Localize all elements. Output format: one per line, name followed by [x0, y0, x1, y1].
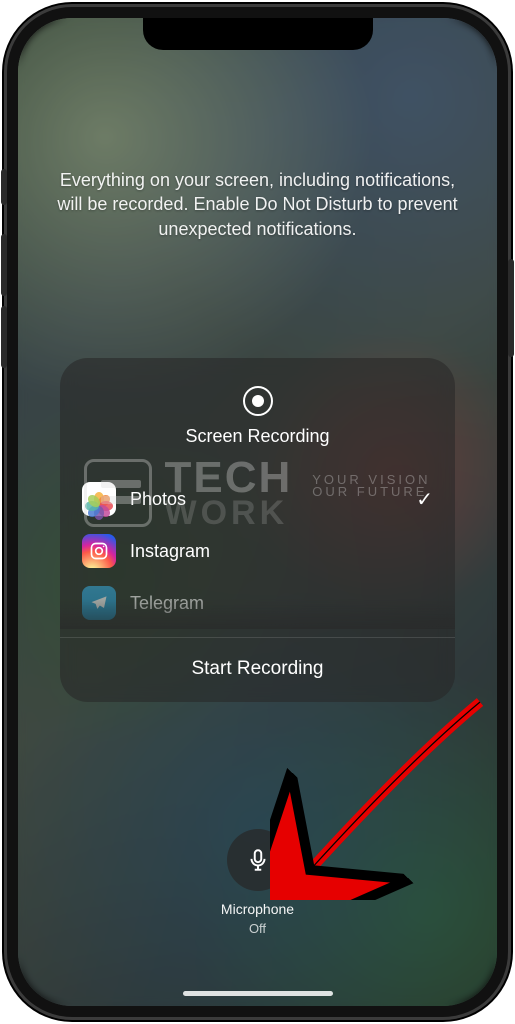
app-label: Telegram — [130, 593, 433, 614]
recording-info-text: Everything on your screen, including not… — [48, 168, 467, 241]
microphone-status: Off — [249, 921, 266, 936]
volume-down-button[interactable] — [1, 306, 7, 368]
phone-frame: Everything on your screen, including not… — [4, 4, 511, 1020]
home-indicator[interactable] — [183, 991, 333, 996]
app-label: Photos — [130, 489, 402, 510]
app-destination-list[interactable]: Photos ✓ Instagram — [60, 465, 455, 629]
app-label: Instagram — [130, 541, 433, 562]
panel-header: Screen Recording — [60, 358, 455, 465]
screen: Everything on your screen, including not… — [18, 18, 497, 1006]
checkmark-icon: ✓ — [416, 487, 433, 512]
notch — [143, 18, 373, 50]
panel-title: Screen Recording — [185, 426, 329, 447]
instagram-icon — [82, 534, 116, 568]
telegram-icon — [82, 586, 116, 620]
app-row-telegram[interactable]: Telegram — [60, 577, 455, 629]
app-row-photos[interactable]: Photos ✓ — [60, 473, 455, 525]
microphone-toggle-button[interactable] — [227, 829, 289, 891]
microphone-label: Microphone — [221, 901, 294, 917]
photos-icon — [82, 482, 116, 516]
side-power-button[interactable] — [508, 259, 514, 357]
mute-switch[interactable] — [1, 169, 7, 205]
microphone-icon — [245, 847, 271, 873]
start-recording-button[interactable]: Start Recording — [60, 638, 455, 702]
app-row-instagram[interactable]: Instagram — [60, 525, 455, 577]
volume-up-button[interactable] — [1, 234, 7, 296]
record-circle-icon — [243, 386, 273, 416]
screen-recording-panel: Screen Recording — [60, 358, 455, 702]
